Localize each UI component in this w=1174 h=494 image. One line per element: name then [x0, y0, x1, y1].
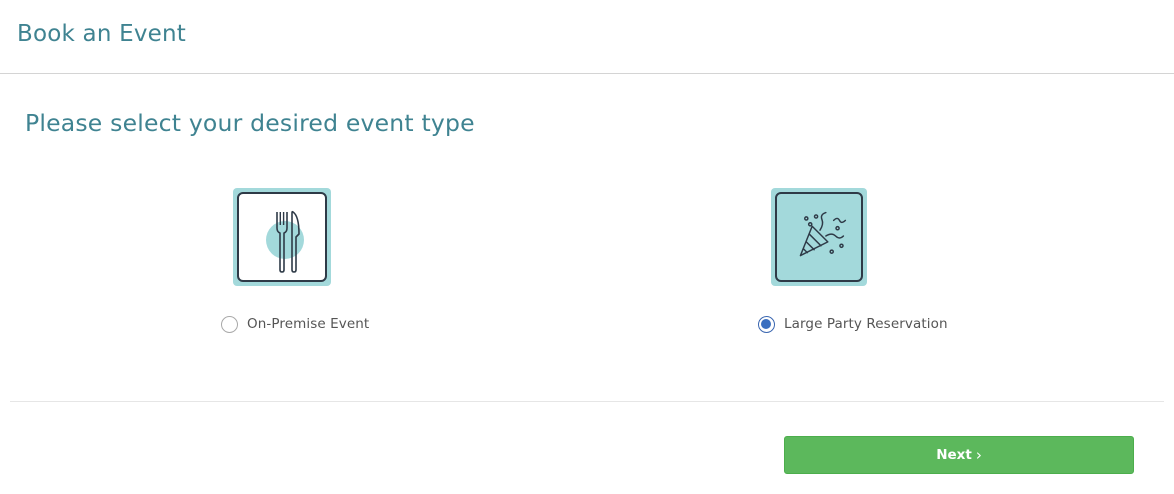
on-premise-radio[interactable] — [221, 315, 238, 333]
page-title: Book an Event — [17, 21, 187, 47]
large-party-reservation-card[interactable] — [771, 188, 867, 286]
on-premise-radio-option[interactable]: On-Premise Event — [221, 315, 369, 333]
fork-knife-icon — [266, 210, 304, 273]
header: Book an Event — [0, 0, 1174, 74]
large-party-card-frame — [775, 192, 863, 282]
event-type-prompt: Please select your desired event type — [25, 109, 475, 137]
large-party-radio-option[interactable]: Large Party Reservation — [758, 315, 948, 333]
on-premise-label[interactable]: On-Premise Event — [247, 316, 369, 332]
footer-divider — [10, 401, 1164, 402]
next-button[interactable]: Next › — [784, 436, 1134, 474]
on-premise-event-card[interactable] — [233, 188, 331, 286]
large-party-label[interactable]: Large Party Reservation — [784, 316, 948, 332]
large-party-radio[interactable] — [758, 315, 775, 333]
chevron-right-icon: › — [975, 446, 982, 464]
next-button-label: Next — [936, 447, 972, 463]
on-premise-card-frame — [237, 192, 327, 282]
book-event-page: Book an Event Please select your desired… — [0, 0, 1174, 494]
party-popper-icon — [799, 211, 847, 257]
